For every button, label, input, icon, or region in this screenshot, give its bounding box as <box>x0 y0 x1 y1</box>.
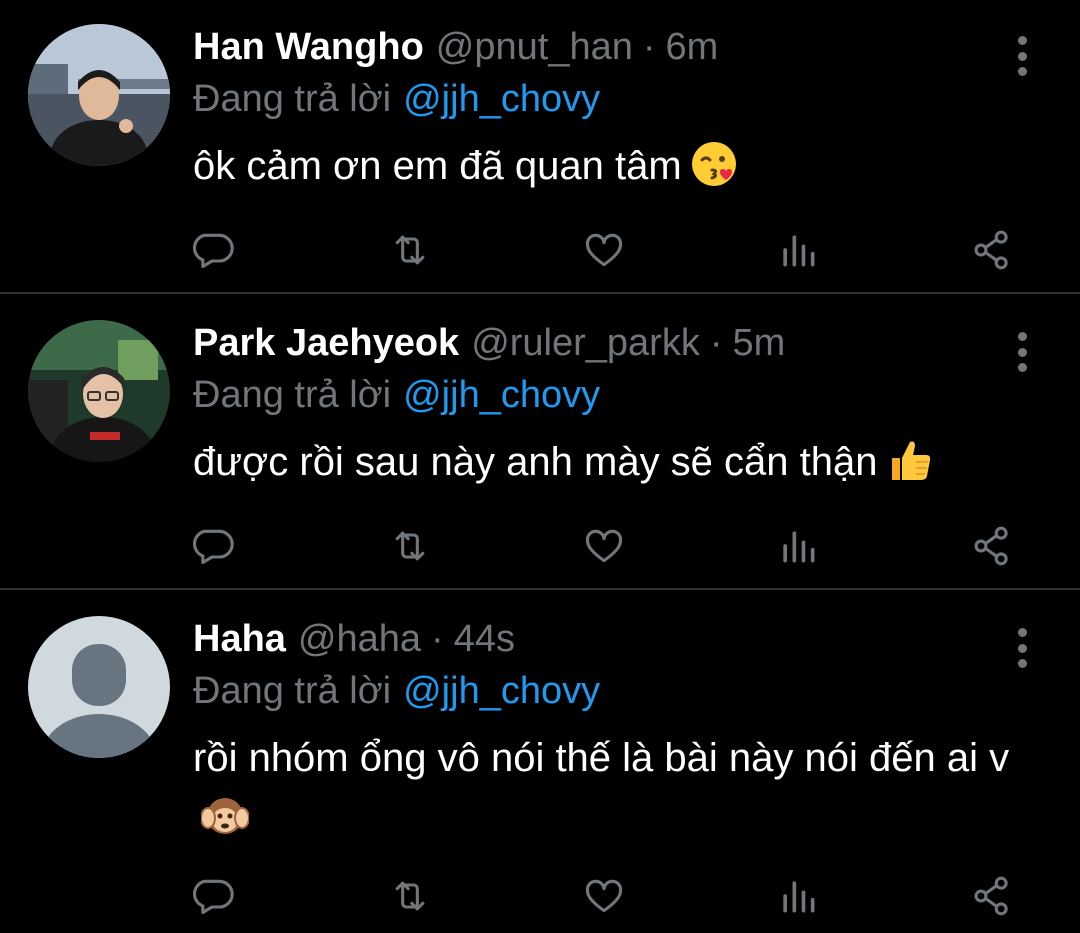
tweet-item[interactable]: Haha @haha · 44s Đang trả lời @jjh_chovy … <box>0 616 1080 933</box>
timestamp[interactable]: 6m <box>666 24 719 70</box>
like-icon <box>585 233 623 267</box>
replying-label: Đang trả lời <box>193 670 392 712</box>
avatar[interactable] <box>28 24 170 166</box>
tweet-text-content: ôk cảm ơn em đã quan tâm <box>193 144 682 188</box>
separator: · <box>642 26 656 68</box>
share-icon <box>974 230 1008 270</box>
kissing-wink-emoji <box>690 140 738 188</box>
separator: · <box>709 322 723 364</box>
like-button[interactable] <box>574 516 634 576</box>
reply-icon <box>192 233 234 269</box>
tweet-actions <box>0 516 1080 576</box>
retweet-button[interactable] <box>380 220 440 280</box>
like-button[interactable] <box>574 866 634 926</box>
hear-no-evil-monkey-emoji <box>200 792 250 840</box>
tweet-actions <box>0 220 1080 280</box>
user-handle[interactable]: @pnut_han <box>436 24 633 70</box>
like-icon <box>585 879 623 913</box>
share-button[interactable] <box>962 516 1022 576</box>
share-button[interactable] <box>962 866 1022 926</box>
tweet-divider <box>0 588 1080 590</box>
avatar[interactable] <box>28 616 170 758</box>
retweet-icon <box>395 881 425 911</box>
reply-button[interactable] <box>182 866 242 926</box>
analytics-button[interactable] <box>768 866 828 926</box>
tweet-text: ôk cảm ơn em đã quan tâm <box>193 136 1033 196</box>
user-handle[interactable]: @ruler_parkk <box>471 320 700 366</box>
retweet-icon <box>395 531 425 561</box>
user-handle[interactable]: @haha <box>298 616 421 662</box>
replying-to: Đang trả lời @jjh_chovy <box>193 372 600 418</box>
replying-label: Đang trả lời <box>193 78 392 120</box>
analytics-icon <box>783 235 815 267</box>
tweet-text: rồi nhóm ổng vô nói thế là bài này nói đ… <box>193 728 1033 848</box>
like-icon <box>585 529 623 563</box>
like-button[interactable] <box>574 220 634 280</box>
tweet-divider <box>0 292 1080 294</box>
retweet-icon <box>395 235 425 265</box>
more-options-icon[interactable] <box>1006 36 1038 76</box>
analytics-icon <box>783 881 815 913</box>
separator: · <box>431 618 444 660</box>
reply-icon <box>192 529 234 565</box>
replying-to: Đang trả lời @jjh_chovy <box>193 668 600 714</box>
reply-button[interactable] <box>182 516 242 576</box>
thumbs-up-emoji <box>886 436 934 484</box>
display-name[interactable]: Park Jaehyeok <box>193 320 459 366</box>
default-avatar-icon <box>28 616 170 758</box>
analytics-button[interactable] <box>768 220 828 280</box>
display-name[interactable]: Haha <box>193 616 286 662</box>
reply-mention-link[interactable]: @jjh_chovy <box>403 670 600 712</box>
more-options-icon[interactable] <box>1006 628 1038 668</box>
display-name[interactable]: Han Wangho <box>193 24 424 70</box>
reply-mention-link[interactable]: @jjh_chovy <box>403 374 600 416</box>
tweet-item[interactable]: Han Wangho @pnut_han · 6m Đang trả lời @j… <box>0 24 1080 284</box>
replying-to: Đang trả lời @jjh_chovy <box>193 76 600 122</box>
tweet-header: Haha @haha · 44s <box>193 616 515 662</box>
timestamp[interactable]: 44s <box>454 616 515 662</box>
reply-icon <box>192 879 234 915</box>
retweet-button[interactable] <box>380 866 440 926</box>
tweet-text-content: được rồi sau này anh mày sẽ cẩn thận <box>193 440 878 484</box>
tweet-item[interactable]: Park Jaehyeok @ruler_parkk · 5m Đang trả… <box>0 320 1080 580</box>
tweet-feed: Han Wangho @pnut_han · 6m Đang trả lời @j… <box>0 0 1080 933</box>
tweet-text-content: rồi nhóm ổng vô nói thế là bài này nói đ… <box>193 736 1010 780</box>
avatar[interactable] <box>28 320 170 462</box>
share-icon <box>974 526 1008 566</box>
timestamp[interactable]: 5m <box>733 320 786 366</box>
reply-button[interactable] <box>182 220 242 280</box>
tweet-header: Han Wangho @pnut_han · 6m <box>193 24 718 70</box>
replying-label: Đang trả lời <box>193 374 392 416</box>
analytics-icon <box>783 531 815 563</box>
share-button[interactable] <box>962 220 1022 280</box>
share-icon <box>974 876 1008 916</box>
tweet-text: được rồi sau này anh mày sẽ cẩn thận <box>193 432 1033 492</box>
analytics-button[interactable] <box>768 516 828 576</box>
tweet-actions <box>0 866 1080 926</box>
reply-mention-link[interactable]: @jjh_chovy <box>403 78 600 120</box>
more-options-icon[interactable] <box>1006 332 1038 372</box>
retweet-button[interactable] <box>380 516 440 576</box>
tweet-header: Park Jaehyeok @ruler_parkk · 5m <box>193 320 785 366</box>
